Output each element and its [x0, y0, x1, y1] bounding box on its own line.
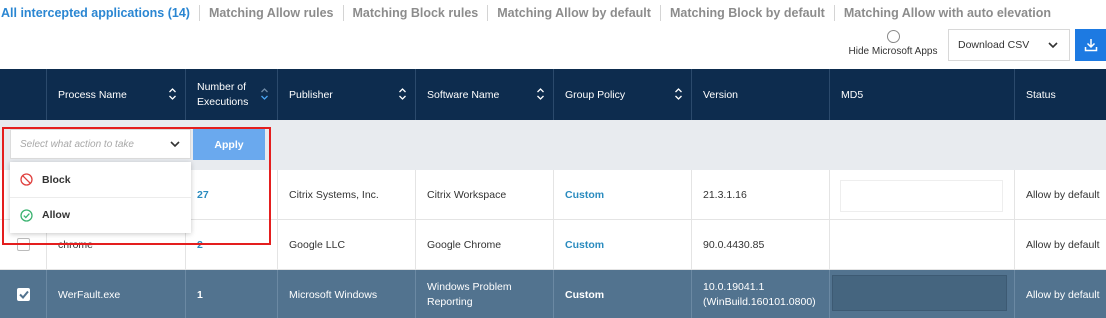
header-version-label: Version [703, 88, 739, 101]
tab-matching-allow-auto-elevation[interactable]: Matching Allow with auto elevation [833, 5, 1060, 21]
sort-icon [399, 88, 406, 100]
version-line2: (WinBuild.160101.0800) [703, 295, 816, 308]
publisher-cell: Google LLC [278, 220, 416, 269]
checkmark-icon [18, 290, 29, 299]
menu-item-block[interactable]: Block [10, 162, 191, 197]
chevron-down-icon [1048, 42, 1058, 49]
action-select[interactable]: Select what action to take [10, 129, 191, 159]
header-executions-line2: Executions [197, 95, 249, 108]
header-process-name[interactable]: Process Name [47, 69, 186, 120]
header-group-policy-label: Group Policy [565, 88, 626, 101]
tab-matching-allow-default[interactable]: Matching Allow by default [487, 5, 660, 21]
executions-cell[interactable]: 2 [186, 220, 278, 269]
download-format-value: Download CSV [958, 39, 1030, 51]
sort-icon [169, 88, 176, 100]
tab-matching-allow-rules[interactable]: Matching Allow rules [198, 5, 343, 21]
tab-all-intercepted[interactable]: All intercepted applications (14) [0, 5, 199, 21]
header-number-of-executions[interactable]: Number of Executions [186, 69, 278, 120]
group-policy-cell[interactable]: Custom [554, 220, 692, 269]
menu-item-allow[interactable]: Allow [10, 197, 191, 232]
menu-item-block-label: Block [42, 173, 71, 186]
executions-cell[interactable]: 27 [186, 170, 278, 219]
download-format-select[interactable]: Download CSV [948, 29, 1070, 61]
row-select-cell [0, 270, 47, 318]
header-publisher[interactable]: Publisher [278, 69, 416, 120]
header-md5-label: MD5 [841, 88, 864, 101]
header-publisher-label: Publisher [289, 88, 333, 101]
version-cell: 21.3.1.16 [692, 170, 830, 219]
menu-item-allow-label: Allow [42, 209, 70, 221]
apply-button[interactable]: Apply [193, 129, 265, 160]
version-cell: 10.0.19041.1 (WinBuild.160101.0800) [692, 270, 830, 318]
status-cell: Allow by default [1026, 188, 1100, 201]
md5-redacted-box [832, 275, 1007, 311]
sort-desc-icon [261, 88, 268, 100]
software-name-line2: Reporting [427, 295, 473, 308]
header-status-label: Status [1026, 88, 1056, 101]
hide-microsoft-apps[interactable]: Hide Microsoft Apps [846, 30, 940, 57]
publisher-cell: Citrix Systems, Inc. [278, 170, 416, 219]
sort-icon [537, 88, 544, 100]
software-name-cell: Google Chrome [416, 220, 554, 269]
hide-microsoft-apps-label: Hide Microsoft Apps [848, 46, 938, 57]
action-select-placeholder: Select what action to take [20, 138, 134, 150]
row-checkbox[interactable] [17, 238, 30, 251]
header-process-name-label: Process Name [58, 88, 127, 101]
header-software-name-label: Software Name [427, 88, 500, 101]
tab-matching-block-rules[interactable]: Matching Block rules [342, 5, 488, 21]
md5-redacted-box [840, 180, 1003, 212]
header-md5[interactable]: MD5 [830, 69, 1015, 120]
group-policy-cell[interactable]: Custom [554, 170, 692, 219]
software-name-cell: Windows Problem Reporting [416, 270, 554, 318]
software-name-line1: Windows Problem [427, 280, 512, 293]
header-status[interactable]: Status [1015, 69, 1106, 120]
tab-matching-block-default[interactable]: Matching Block by default [659, 5, 834, 21]
md5-cell [830, 220, 1015, 269]
header-executions-line1: Number of [197, 80, 247, 93]
software-name-cell: Citrix Workspace [416, 170, 554, 219]
action-dropdown-menu: Block Allow [10, 162, 191, 233]
allow-icon [20, 208, 33, 222]
table-row-selected[interactable]: WerFault.exe 1 Microsoft Windows Windows… [0, 270, 1106, 318]
hide-microsoft-apps-radio[interactable] [886, 30, 900, 43]
sort-icon [675, 88, 682, 100]
header-version[interactable]: Version [692, 69, 830, 120]
group-policy-cell[interactable]: Custom [554, 270, 692, 318]
row-checkbox-checked[interactable] [17, 288, 30, 301]
status-cell: Allow by default [1026, 288, 1100, 301]
version-cell: 90.0.4430.85 [692, 220, 830, 269]
download-button[interactable] [1075, 29, 1106, 61]
executions-cell[interactable]: 1 [186, 270, 278, 318]
publisher-cell: Microsoft Windows [278, 270, 416, 318]
chevron-down-icon [170, 141, 180, 148]
filter-tabs: All intercepted applications (14) Matchi… [0, 0, 1060, 26]
download-icon [1084, 39, 1097, 52]
status-cell: Allow by default [1026, 238, 1100, 251]
block-icon [20, 173, 33, 186]
header-software-name[interactable]: Software Name [416, 69, 554, 120]
header-select-column [0, 69, 47, 120]
process-name-cell: WerFault.exe [47, 270, 186, 318]
version-line1: 10.0.19041.1 [703, 280, 765, 293]
header-group-policy[interactable]: Group Policy [554, 69, 692, 120]
